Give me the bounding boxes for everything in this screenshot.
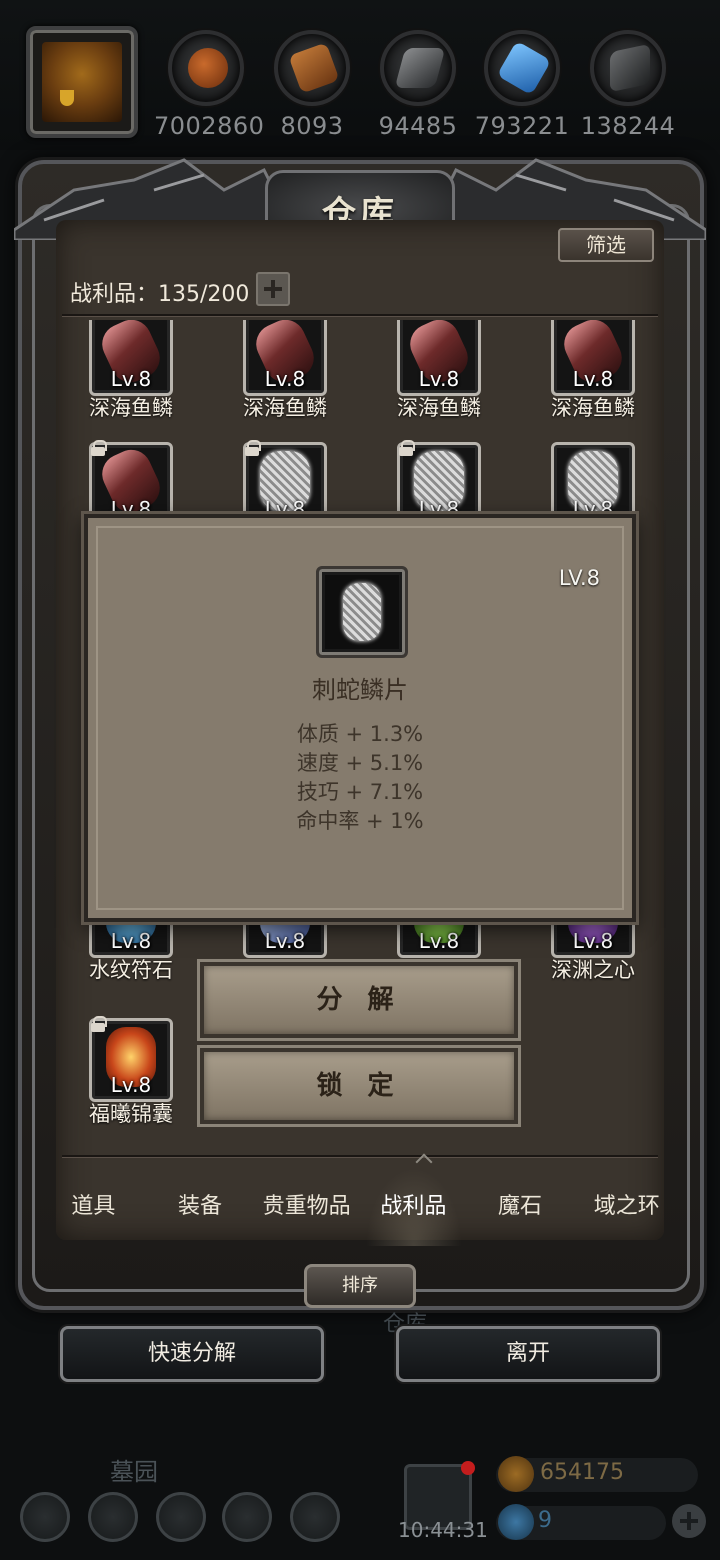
- stone-icon: [610, 43, 650, 93]
- resource-value: 138244: [580, 112, 676, 140]
- resource-value: 8093: [280, 112, 344, 140]
- item-slot: [316, 566, 408, 658]
- stat-line: 命中率 + 1%: [296, 809, 424, 833]
- item-level: Lv.8: [264, 929, 306, 953]
- gold-value: 654175: [540, 1460, 624, 1485]
- loot-item[interactable]: Lv.8 深海鱼鳞: [364, 320, 514, 422]
- clock: 10:44:31: [398, 1518, 488, 1542]
- meat-icon: [188, 48, 228, 88]
- tab-magic-stones[interactable]: 魔石: [467, 1188, 574, 1220]
- chat-icon[interactable]: [290, 1492, 340, 1542]
- resource-bar: 7002860 8093 94485 793221 138244: [0, 0, 720, 150]
- trophy-icon: [60, 90, 74, 106]
- item-level: Lv.8: [572, 929, 614, 953]
- tab-items[interactable]: 道具: [40, 1188, 147, 1220]
- category-tabs: 道具 装备 贵重物品 战利品 魔石 域之环: [40, 1160, 680, 1248]
- item-level: Lv.8: [572, 367, 614, 391]
- item-name: 水纹符石: [89, 958, 173, 982]
- item-level: Lv.8: [110, 929, 152, 953]
- tab-equipment[interactable]: 装备: [147, 1188, 254, 1220]
- resource-value: 793221: [474, 112, 570, 140]
- loot-item[interactable]: Lv.8: [56, 440, 206, 526]
- resource-value: 94485: [378, 112, 458, 140]
- item-name: 深海鱼鳞: [89, 396, 173, 420]
- item-slot[interactable]: Lv.8: [243, 320, 327, 396]
- loot-item[interactable]: Lv.8 深海鱼鳞: [210, 320, 360, 422]
- add-currency-button[interactable]: [672, 1504, 706, 1538]
- expand-capacity-button[interactable]: [256, 272, 290, 306]
- lock-icon: [398, 440, 415, 456]
- divider: [62, 314, 658, 316]
- stat-line: 技巧 + 7.1%: [296, 780, 424, 804]
- wood-icon: [288, 42, 340, 94]
- loot-item[interactable]: Lv.8 深海鱼鳞: [56, 320, 206, 422]
- item-slot[interactable]: Lv.8: [397, 320, 481, 396]
- lock-button[interactable]: 锁 定: [200, 1048, 518, 1124]
- tab-loot[interactable]: 战利品: [360, 1188, 467, 1220]
- lock-icon: [244, 440, 261, 456]
- item-detail-popup: LV.8 刺蛇鳞片 体质 + 1.3% 速度 + 5.1% 技巧 + 7.1% …: [84, 514, 636, 922]
- helmet-icon: [42, 42, 122, 122]
- location-label: 墓园: [110, 1458, 158, 1486]
- mail-icon[interactable]: [222, 1492, 272, 1542]
- notification-dot: [461, 1461, 475, 1475]
- tab-domain-rings[interactable]: 域之环: [573, 1188, 680, 1220]
- lock-icon: [90, 1016, 107, 1032]
- tab-valuables[interactable]: 贵重物品: [253, 1188, 360, 1220]
- sort-button[interactable]: 排序: [304, 1264, 416, 1308]
- item-level: Lv.8: [110, 367, 152, 391]
- crystal-icon: [496, 40, 552, 96]
- resource-value: 7002860: [154, 112, 265, 140]
- quick-decompose-button[interactable]: 快速分解: [60, 1326, 324, 1382]
- settings-icon[interactable]: [20, 1492, 70, 1542]
- stat-line: 体质 + 1.3%: [296, 722, 424, 746]
- player-avatar[interactable]: [26, 26, 138, 138]
- decompose-button[interactable]: 分 解: [200, 962, 518, 1038]
- snake-scale-icon: [343, 583, 381, 641]
- loot-item[interactable]: Lv.8: [364, 440, 514, 526]
- leave-button[interactable]: 离开: [396, 1326, 660, 1382]
- item-level: Lv.8: [264, 367, 306, 391]
- item-level: LV.8: [558, 566, 600, 590]
- resource-stone[interactable]: 138244: [576, 30, 680, 140]
- item-name: 深海鱼鳞: [551, 396, 635, 420]
- item-slot[interactable]: Lv.8: [89, 320, 173, 396]
- loot-item[interactable]: Lv.8: [518, 442, 664, 526]
- loot-item[interactable]: Lv.8 福曦锦囊: [56, 1016, 206, 1128]
- filter-button[interactable]: 筛选: [558, 228, 654, 262]
- item-slot[interactable]: Lv.8: [551, 320, 635, 396]
- item-name: 福曦锦囊: [89, 1102, 173, 1126]
- resource-meat[interactable]: 7002860: [154, 30, 265, 140]
- item-name: 刺蛇鳞片: [312, 676, 408, 704]
- gold-coin-icon: [498, 1456, 534, 1492]
- item-name: 深渊之心: [551, 958, 635, 982]
- gem-value: 9: [538, 1508, 552, 1533]
- item-name: 深海鱼鳞: [243, 396, 327, 420]
- item-level: Lv.8: [110, 1073, 152, 1097]
- stat-line: 速度 + 5.1%: [296, 751, 424, 775]
- iron-icon: [394, 48, 446, 88]
- item-name: 深海鱼鳞: [397, 396, 481, 420]
- resource-iron[interactable]: 94485: [366, 30, 470, 140]
- item-level: Lv.8: [418, 929, 460, 953]
- lock-icon: [90, 440, 107, 456]
- gem-icon: [498, 1504, 534, 1540]
- star-icon[interactable]: [88, 1492, 138, 1542]
- item-level: Lv.8: [418, 367, 460, 391]
- castle-icon[interactable]: [156, 1492, 206, 1542]
- loot-item[interactable]: Lv.8: [210, 440, 360, 526]
- resource-wood[interactable]: 8093: [260, 30, 364, 140]
- item-stats: 体质 + 1.3% 速度 + 5.1% 技巧 + 7.1% 命中率 + 1%: [88, 720, 632, 836]
- loot-item[interactable]: Lv.8 深海鱼鳞: [518, 320, 664, 422]
- divider: [62, 1155, 658, 1157]
- resource-crystal[interactable]: 793221: [470, 30, 574, 140]
- loot-capacity: 战利品：135/200: [70, 282, 250, 307]
